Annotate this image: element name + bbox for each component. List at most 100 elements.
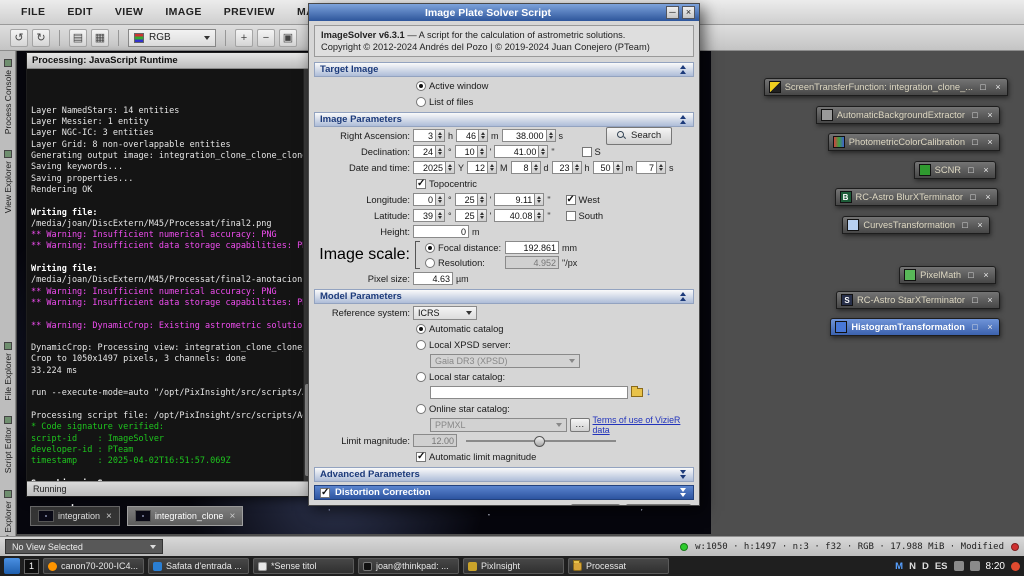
undo-icon[interactable]: ↺ — [10, 29, 28, 47]
cancel-button[interactable]: ✕Cancel — [626, 504, 691, 505]
network-icon[interactable] — [970, 561, 980, 571]
process-window-titlebar[interactable]: SCNR □ × — [914, 161, 996, 179]
spinner-arrows[interactable] — [531, 161, 541, 174]
ra-hours-spinner[interactable] — [413, 129, 445, 142]
sidebar-tab[interactable]: View Explorer — [3, 150, 13, 213]
process-window-titlebar[interactable]: PhotometricColorCalibration □ × — [828, 133, 1000, 151]
menu-item[interactable]: FILE — [10, 6, 56, 18]
ra-seconds-input[interactable] — [502, 129, 546, 142]
dec-arcmin-spinner[interactable] — [455, 145, 487, 158]
process-window-titlebar[interactable]: B RC-Astro BlurXTerminator □ × — [835, 188, 998, 206]
close-icon[interactable]: × — [981, 165, 991, 175]
spinner-arrows[interactable] — [572, 161, 582, 174]
taskbar-app-button[interactable]: Safata d'entrada ... — [148, 558, 249, 574]
tray-indicator[interactable]: N — [909, 561, 916, 572]
spinner-arrows[interactable] — [445, 161, 455, 174]
dec-south-checkbox[interactable] — [582, 147, 592, 157]
close-icon[interactable]: × — [983, 192, 993, 202]
taskbar-app-button[interactable]: PixInsight — [463, 558, 564, 574]
lat-degrees-input[interactable] — [413, 209, 435, 222]
resolution-radio[interactable] — [425, 258, 435, 268]
lat-arcsec-spinner[interactable] — [494, 209, 544, 222]
process-window-titlebar[interactable]: HistogramTransformation □ × — [830, 318, 1000, 336]
view-tab[interactable]: integration × — [30, 506, 120, 526]
shade-icon[interactable]: □ — [970, 295, 980, 305]
close-icon[interactable]: × — [106, 511, 112, 522]
expand-icon[interactable] — [679, 470, 688, 479]
process-window-titlebar[interactable]: CurvesTransformation □ × — [842, 216, 990, 234]
dec-degrees-spinner[interactable] — [413, 145, 445, 158]
close-icon[interactable]: × — [985, 295, 995, 305]
ok-button[interactable]: ✓OK — [571, 504, 620, 505]
section-target-image[interactable]: Target Image — [314, 62, 694, 77]
spinner-arrows[interactable] — [435, 129, 445, 142]
folder-icon[interactable] — [631, 388, 643, 397]
local-star-catalog-radio[interactable] — [416, 372, 426, 382]
focal-distance-radio[interactable] — [425, 243, 435, 253]
section-image-parameters[interactable]: Image Parameters — [314, 112, 694, 127]
spinner-arrows[interactable] — [435, 145, 445, 158]
online-star-catalog-radio[interactable] — [416, 404, 426, 414]
topocentric-checkbox[interactable] — [416, 179, 426, 189]
taskbar-app-button[interactable]: canon70-200-IC4... — [43, 558, 144, 574]
close-icon[interactable]: × — [229, 511, 235, 522]
volume-icon[interactable] — [954, 561, 964, 571]
dec-arcsec-spinner[interactable] — [494, 145, 548, 158]
minute-spinner[interactable] — [593, 161, 623, 174]
channel-selector[interactable]: RGB — [128, 29, 216, 47]
menu-item[interactable]: EDIT — [56, 6, 104, 18]
reference-system-select[interactable]: ICRS — [413, 306, 477, 320]
search-button[interactable]: Search — [606, 127, 672, 145]
lat-arcmin-spinner[interactable] — [455, 209, 487, 222]
spinner-arrows[interactable] — [478, 129, 488, 142]
ra-hours-input[interactable] — [413, 129, 435, 142]
spinner-arrows[interactable] — [534, 193, 544, 206]
lon-arcmin-spinner[interactable] — [455, 193, 487, 206]
automatic-catalog-radio[interactable] — [416, 324, 426, 334]
distortion-correction-checkbox[interactable] — [320, 488, 330, 498]
second-input[interactable] — [636, 161, 656, 174]
minute-input[interactable] — [593, 161, 613, 174]
collapse-icon[interactable] — [679, 292, 688, 301]
focal-distance-input[interactable] — [505, 241, 559, 254]
second-spinner[interactable] — [636, 161, 666, 174]
spinner-arrows[interactable] — [487, 161, 497, 174]
zoom-in-icon[interactable]: + — [235, 29, 253, 47]
day-input[interactable] — [511, 161, 531, 174]
notification-icon[interactable] — [1011, 562, 1020, 571]
section-advanced-parameters[interactable]: Advanced Parameters — [314, 467, 694, 482]
section-model-parameters[interactable]: Model Parameters — [314, 289, 694, 304]
sidebar-tab[interactable]: File Explorer — [3, 342, 13, 401]
close-icon[interactable]: × — [975, 220, 985, 230]
taskbar-app-button[interactable]: Processat — [568, 558, 669, 574]
menu-item[interactable]: PREVIEW — [213, 6, 286, 18]
shade-icon[interactable]: □ — [968, 192, 978, 202]
spinner-arrows[interactable] — [534, 209, 544, 222]
expand-icon[interactable] — [679, 488, 688, 497]
close-icon[interactable]: × — [993, 82, 1003, 92]
dec-degrees-input[interactable] — [413, 145, 435, 158]
process-window-titlebar[interactable]: AutomaticBackgroundExtractor □ × — [816, 106, 1000, 124]
limit-magnitude-slider[interactable] — [466, 435, 616, 447]
dec-arcsec-input[interactable] — [494, 145, 538, 158]
crop-icon[interactable]: ▦ — [91, 29, 109, 47]
sidebar-tab[interactable]: Process Console — [3, 59, 13, 134]
hour-input[interactable] — [552, 161, 572, 174]
tray-indicator[interactable]: D — [922, 561, 929, 572]
west-checkbox[interactable] — [566, 195, 576, 205]
local-xpsd-radio[interactable] — [416, 340, 426, 350]
year-input[interactable] — [413, 161, 445, 174]
spinner-arrows[interactable] — [538, 145, 548, 158]
active-window-radio[interactable] — [416, 81, 426, 91]
taskbar-app-button[interactable]: *Sense titol — [253, 558, 354, 574]
clipboard-icon[interactable]: ▤ — [69, 29, 87, 47]
spinner-arrows[interactable] — [435, 209, 445, 222]
process-console-titlebar[interactable]: Processing: JavaScript Runtime — [27, 53, 313, 69]
dialog-titlebar[interactable]: Image Plate Solver Script ─ × — [309, 4, 699, 21]
workspace-switcher[interactable]: 1 — [24, 559, 39, 574]
view-tab[interactable]: integration_clone × — [127, 506, 243, 526]
spinner-arrows[interactable] — [477, 209, 487, 222]
shade-icon[interactable]: □ — [966, 270, 976, 280]
shade-icon[interactable]: □ — [970, 137, 980, 147]
lon-arcsec-input[interactable] — [494, 193, 534, 206]
